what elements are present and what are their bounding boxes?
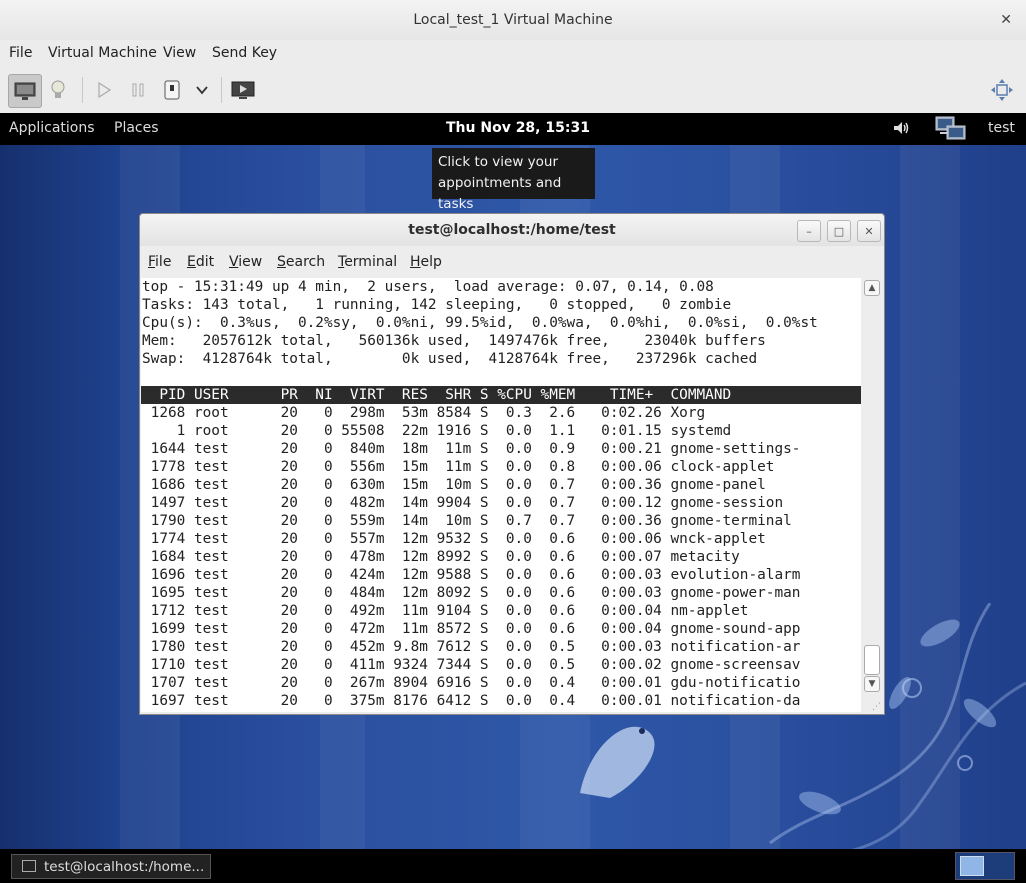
vm-menu-virtual-machine[interactable]: Virtual Machine xyxy=(48,45,157,61)
places-menu[interactable]: Places xyxy=(114,120,159,136)
terminal-menu-help[interactable]: Help xyxy=(410,254,442,270)
process-row: 1780 test 20 0 452m 9.8m 7612 S 0.0 0.5 … xyxy=(142,639,801,655)
scroll-down-icon[interactable]: ▼ xyxy=(864,676,880,692)
vm-close-icon[interactable]: ✕ xyxy=(1000,0,1012,40)
pause-icon[interactable] xyxy=(122,74,154,106)
vm-titlebar: Local_test_1 Virtual Machine ✕ xyxy=(0,0,1026,40)
taskbar-terminal-button[interactable]: test@localhost:/home... xyxy=(11,854,211,879)
workspace-1[interactable] xyxy=(960,856,984,876)
tooltip-line-1: Click to view your xyxy=(438,154,559,170)
terminal-menu-view[interactable]: View xyxy=(229,254,262,270)
applications-menu[interactable]: Applications xyxy=(9,120,95,136)
top-swap-line: Swap: 4128764k total, 0k used, 4128764k … xyxy=(142,351,758,367)
top-uptime-line: top - 15:31:49 up 4 min, 2 users, load a… xyxy=(142,279,714,295)
resize-grip-icon[interactable]: ⋰ xyxy=(872,702,882,712)
vm-menubar: File Virtual Machine View Send Key xyxy=(0,40,1026,68)
process-row: 1710 test 20 0 411m 9324 7344 S 0.0 0.5 … xyxy=(142,657,801,673)
process-row: 1696 test 20 0 424m 12m 9588 S 0.0 0.6 0… xyxy=(142,567,801,583)
terminal-menu-edit[interactable]: Edit xyxy=(187,254,214,270)
terminal-menu-file[interactable]: File xyxy=(148,254,171,270)
maximize-icon[interactable]: □ xyxy=(827,220,851,242)
scrollbar-thumb[interactable] xyxy=(864,645,880,675)
terminal-app-icon xyxy=(22,860,36,872)
blank-line xyxy=(141,368,861,386)
minimize-icon[interactable]: – xyxy=(797,220,821,242)
toolbar-separator xyxy=(221,77,222,103)
vm-menu-file[interactable]: File xyxy=(9,45,32,61)
top-cpu-line: Cpu(s): 0.3%us, 0.2%sy, 0.0%ni, 99.5%id,… xyxy=(142,315,818,331)
process-row: 1497 test 20 0 482m 14m 9904 S 0.0 0.7 0… xyxy=(142,495,784,511)
lightbulb-icon[interactable] xyxy=(42,74,74,106)
clock[interactable]: Thu Nov 28, 15:31 xyxy=(446,120,590,136)
process-row: 1644 test 20 0 840m 18m 11m S 0.0 0.9 0:… xyxy=(142,441,801,457)
process-row: 1699 test 20 0 472m 11m 8572 S 0.0 0.6 0… xyxy=(142,621,801,637)
chevron-down-icon[interactable] xyxy=(186,74,218,106)
fullscreen-icon[interactable] xyxy=(986,74,1018,106)
vm-title: Local_test_1 Virtual Machine xyxy=(413,12,613,28)
top-tasks-line: Tasks: 143 total, 1 running, 142 sleepin… xyxy=(142,297,732,313)
power-icon[interactable] xyxy=(156,74,188,106)
display-icon[interactable] xyxy=(8,74,42,108)
terminal-title: test@localhost:/home/test xyxy=(408,222,616,238)
workspace-switcher[interactable] xyxy=(955,852,1015,880)
play-icon[interactable] xyxy=(88,74,120,106)
screenshot-icon[interactable] xyxy=(227,74,259,106)
top-mem-line: Mem: 2057612k total, 560136k used, 14974… xyxy=(142,333,766,349)
terminal-menu-terminal[interactable]: Terminal xyxy=(338,254,397,270)
guest-desktop: Applications Places Thu Nov 28, 15:31 te… xyxy=(0,113,1026,883)
terminal-scrollbar[interactable]: ▲ ▼ xyxy=(861,278,883,712)
gnome-top-panel: Applications Places Thu Nov 28, 15:31 te… xyxy=(0,113,1026,145)
vm-menu-view[interactable]: View xyxy=(163,45,196,61)
terminal-output[interactable]: top - 15:31:49 up 4 min, 2 users, load a… xyxy=(141,278,861,712)
process-row: 1707 test 20 0 267m 8904 6916 S 0.0 0.4 … xyxy=(142,675,801,691)
terminal-menu-search[interactable]: Search xyxy=(277,254,325,270)
process-table-header: PID USER PR NI VIRT RES SHR S %CPU %MEM … xyxy=(141,386,861,404)
process-row: 1712 test 20 0 492m 11m 9104 S 0.0 0.6 0… xyxy=(142,603,749,619)
vm-menu-send-key[interactable]: Send Key xyxy=(212,45,277,61)
tooltip-line-2: appointments and tasks xyxy=(438,175,562,212)
process-row: 1697 test 20 0 375m 8176 6412 S 0.0 0.4 … xyxy=(142,693,801,709)
terminal-menubar: File Edit View Search Terminal Help xyxy=(140,246,884,278)
process-row: 1774 test 20 0 557m 12m 9532 S 0.0 0.6 0… xyxy=(142,531,766,547)
process-row: 1684 test 20 0 478m 12m 8992 S 0.0 0.6 0… xyxy=(142,549,740,565)
clock-tooltip: Click to view your appointments and task… xyxy=(432,148,595,212)
gnome-bottom-panel: test@localhost:/home... xyxy=(0,849,1026,883)
terminal-titlebar[interactable]: test@localhost:/home/test xyxy=(140,214,884,246)
network-icon[interactable] xyxy=(935,115,967,147)
close-icon[interactable]: ✕ xyxy=(857,220,881,242)
scroll-up-icon[interactable]: ▲ xyxy=(864,280,880,296)
toolbar-separator xyxy=(82,77,83,103)
process-row: 1790 test 20 0 559m 14m 10m S 0.7 0.7 0:… xyxy=(142,513,792,529)
process-row: 1686 test 20 0 630m 15m 10m S 0.0 0.7 0:… xyxy=(142,477,766,493)
process-row: 1778 test 20 0 556m 15m 11m S 0.0 0.8 0:… xyxy=(142,459,775,475)
process-row: 1 root 20 0 55508 22m 1916 S 0.0 1.1 0:0… xyxy=(142,423,732,439)
terminal-window: test@localhost:/home/test – □ ✕ File Edi… xyxy=(139,213,885,715)
taskbar-button-label: test@localhost:/home... xyxy=(44,859,205,875)
vm-toolbar xyxy=(0,68,1026,114)
process-row: 1695 test 20 0 484m 12m 8092 S 0.0 0.6 0… xyxy=(142,585,801,601)
user-menu[interactable]: test xyxy=(988,120,1015,136)
process-row: 1268 root 20 0 298m 53m 8584 S 0.3 2.6 0… xyxy=(142,405,706,421)
volume-icon[interactable] xyxy=(893,120,909,140)
